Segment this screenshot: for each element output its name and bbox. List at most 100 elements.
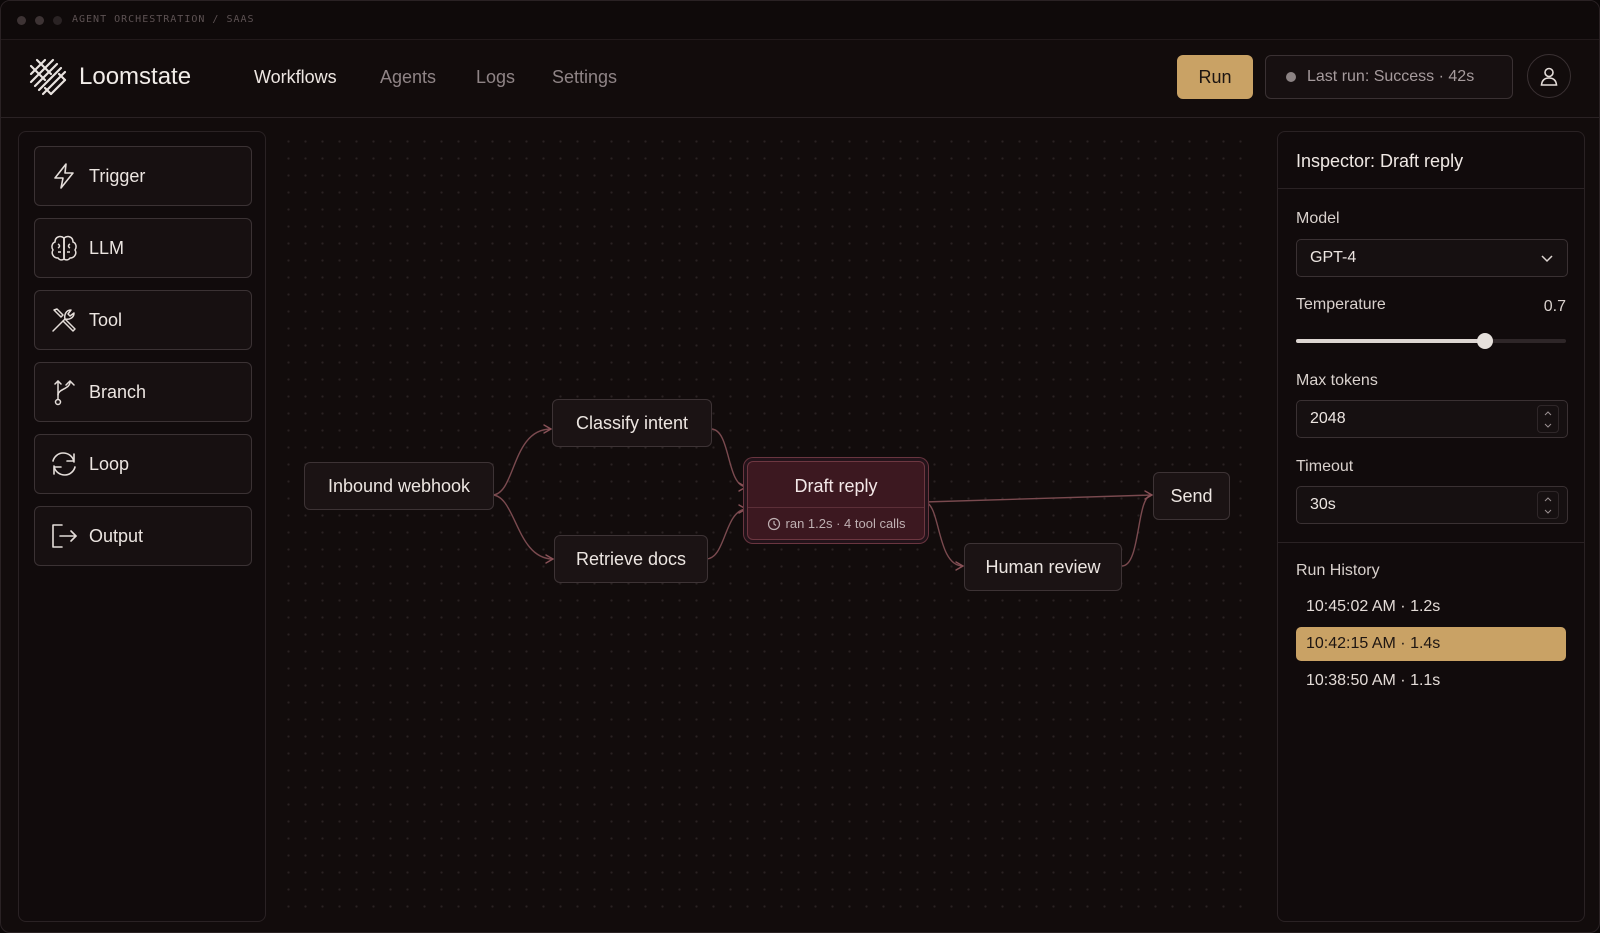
loomstate-logo-icon xyxy=(29,58,67,96)
node-label: Human review xyxy=(985,556,1101,577)
temperature-slider[interactable] xyxy=(1296,331,1566,351)
slider-fill xyxy=(1296,339,1485,343)
palette-item-label: Loop xyxy=(89,453,130,474)
model-value: GPT-4 xyxy=(1310,249,1357,266)
lightning-icon xyxy=(49,161,79,191)
app-window: AGENT ORCHESTRATION / SAAS Loomstate Wor… xyxy=(0,0,1600,933)
model-select[interactable]: GPT-4 xyxy=(1296,239,1568,277)
max-tokens-label: Max tokens xyxy=(1296,372,1378,389)
palette-item-llm[interactable]: LLM xyxy=(34,218,252,278)
nav-agents[interactable]: Agents xyxy=(380,67,436,88)
edge-draft-send xyxy=(923,494,1153,503)
user-icon xyxy=(1540,67,1558,86)
edge-classify-draft xyxy=(710,428,747,488)
palette-item-loop[interactable]: Loop xyxy=(34,434,252,494)
palette-item-tool[interactable]: Tool xyxy=(34,290,252,350)
title-bar: AGENT ORCHESTRATION / SAAS xyxy=(1,1,1599,40)
node-label: Inbound webhook xyxy=(327,475,471,496)
palette-item-label: LLM xyxy=(89,237,125,258)
palette-item-branch[interactable]: Branch xyxy=(34,362,252,422)
palette-item-trigger[interactable]: Trigger xyxy=(34,146,252,206)
nav-workflows[interactable]: Workflows xyxy=(254,67,337,88)
max-tokens-input[interactable]: 2048 xyxy=(1296,400,1568,438)
run-history-item-selected[interactable]: 10:42:15 AM · 1.4s xyxy=(1296,627,1566,661)
tools-icon xyxy=(49,305,79,335)
run-button-label: Run xyxy=(1198,66,1232,87)
temperature-value: 0.7 xyxy=(1543,298,1566,315)
max-tokens-stepper[interactable] xyxy=(1537,405,1559,433)
arrowhead-draft-top xyxy=(738,482,748,492)
timeout-value: 30s xyxy=(1310,496,1336,513)
palette-item-label: Trigger xyxy=(89,165,146,186)
edge-retrieve-draft xyxy=(705,508,747,560)
chevron-up-icon[interactable] xyxy=(1544,496,1552,502)
run-history-text: 10:38:50 AM · 1.1s xyxy=(1306,672,1441,689)
clock-icon xyxy=(767,517,780,530)
chevron-down-icon xyxy=(1541,255,1553,263)
inspector-panel: Inspector: Draft reply Model GPT-4 Tempe… xyxy=(1277,131,1585,922)
workflow-canvas[interactable]: Inbound webhook Classify intent Retrieve… xyxy=(276,129,1256,919)
node-retrieve-docs[interactable]: Retrieve docs xyxy=(554,535,708,583)
top-header: Loomstate Workflows Agents Logs Settings… xyxy=(1,40,1599,118)
slider-thumb[interactable] xyxy=(1477,333,1493,349)
node-label: Draft reply xyxy=(794,476,878,496)
palette-item-label: Tool xyxy=(89,309,123,330)
node-send[interactable]: Send xyxy=(1153,472,1230,520)
chevron-down-icon[interactable] xyxy=(1544,509,1552,515)
palette-item-label: Output xyxy=(89,525,144,546)
arrowhead-classify xyxy=(543,424,553,434)
run-history-label: Run History xyxy=(1296,562,1380,579)
node-run-meta: ran 1.2s · 4 tool calls xyxy=(748,507,924,531)
edge-draft-review xyxy=(923,501,964,567)
brain-icon xyxy=(49,233,79,263)
node-classify-intent[interactable]: Classify intent xyxy=(552,399,712,447)
nav-settings[interactable]: Settings xyxy=(552,67,617,88)
chevron-up-icon[interactable] xyxy=(1544,410,1552,416)
timeout-label: Timeout xyxy=(1296,458,1354,475)
timeout-stepper[interactable] xyxy=(1537,491,1559,519)
window-dot-close[interactable] xyxy=(17,16,26,25)
last-run-status: Last run: Success · 42s xyxy=(1265,55,1513,99)
node-human-review[interactable]: Human review xyxy=(964,543,1122,591)
node-label: Classify intent xyxy=(575,412,689,433)
arrowhead-review xyxy=(955,561,965,571)
last-run-text: Last run: Success · 42s xyxy=(1307,68,1475,85)
window-dot-minimize[interactable] xyxy=(35,16,44,25)
node-inbound-webhook[interactable]: Inbound webhook xyxy=(304,462,494,510)
window-dot-maximize[interactable] xyxy=(53,16,62,25)
arrowhead-retrieve xyxy=(545,554,555,564)
node-label: Send xyxy=(1170,485,1213,506)
run-history-item[interactable]: 10:38:50 AM · 1.1s xyxy=(1296,664,1566,698)
edge-review-send xyxy=(1121,494,1153,567)
chevron-down-icon[interactable] xyxy=(1544,423,1552,429)
nav-logs[interactable]: Logs xyxy=(476,67,515,88)
status-dot-icon xyxy=(1286,72,1296,82)
temperature-label: Temperature xyxy=(1296,296,1386,313)
run-button[interactable]: Run xyxy=(1177,55,1253,99)
node-label: Retrieve docs xyxy=(575,548,687,569)
brand-name: Loomstate xyxy=(79,63,192,90)
output-icon xyxy=(49,521,79,551)
palette-item-output[interactable]: Output xyxy=(34,506,252,566)
window-title: AGENT ORCHESTRATION / SAAS xyxy=(72,14,255,25)
run-history-item[interactable]: 10:45:02 AM · 1.2s xyxy=(1296,590,1566,624)
run-history-text: 10:45:02 AM · 1.2s xyxy=(1306,598,1441,615)
edge-inbound-retrieve xyxy=(491,494,554,560)
node-draft-reply[interactable]: Draft reply ran 1.2s · 4 tool calls xyxy=(747,461,925,540)
run-history-text: 10:42:15 AM · 1.4s xyxy=(1306,635,1441,652)
node-run-meta-text: ran 1.2s · 4 tool calls xyxy=(785,516,906,531)
node-palette: Trigger LLM Tool Branch Loop Output xyxy=(18,131,266,922)
inspector-title: Inspector: Draft reply xyxy=(1296,151,1464,171)
inspector-divider xyxy=(1278,188,1584,189)
palette-item-label: Branch xyxy=(89,381,147,402)
branch-icon xyxy=(49,377,79,407)
edge-inbound-classify xyxy=(491,428,552,496)
max-tokens-value: 2048 xyxy=(1310,410,1346,427)
arrowhead-draft-bottom xyxy=(738,504,748,514)
timeout-input[interactable]: 30s xyxy=(1296,486,1568,524)
inspector-divider xyxy=(1278,542,1584,543)
model-label: Model xyxy=(1296,210,1340,227)
arrowhead-send xyxy=(1144,490,1154,500)
loop-icon xyxy=(49,449,79,479)
user-avatar[interactable] xyxy=(1527,54,1571,98)
